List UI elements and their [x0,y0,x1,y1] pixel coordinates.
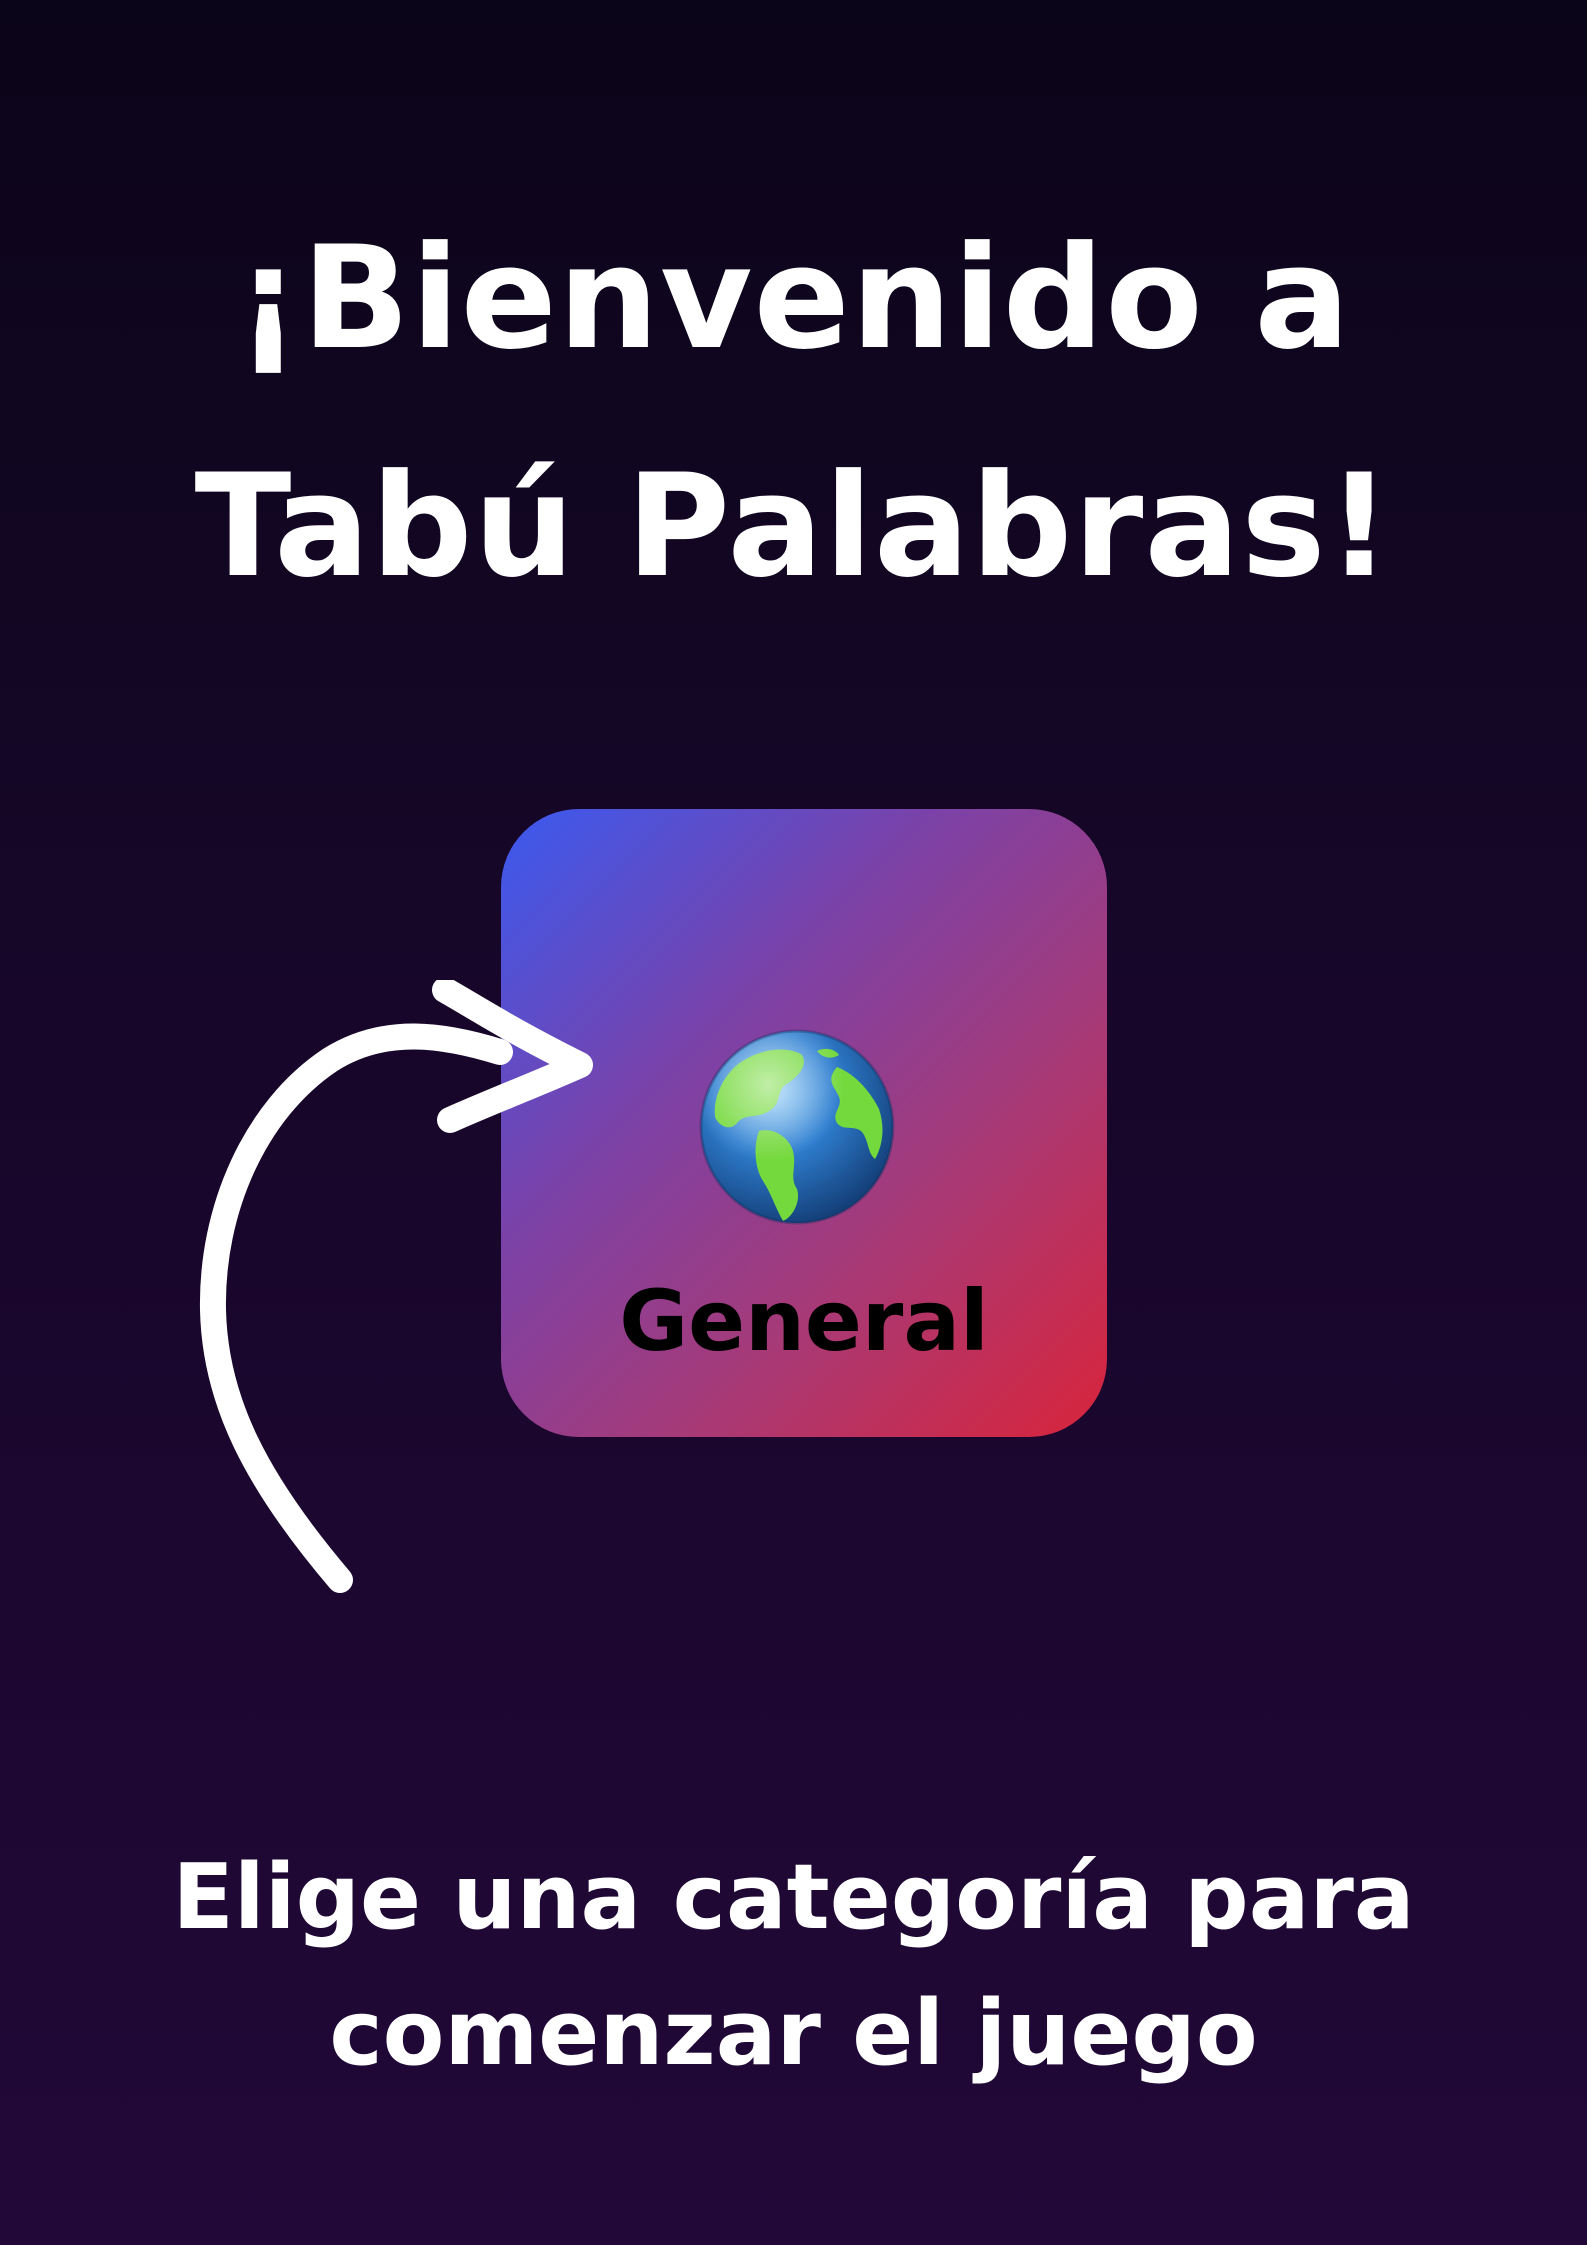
welcome-title: ¡Bienvenido a Tabú Palabras! [0,185,1587,641]
globe-icon [699,1029,895,1225]
welcome-title-line2: Tabú Palabras! [194,444,1393,609]
welcome-title-line1: ¡Bienvenido a [235,216,1352,381]
instruction-line2: comenzar el juego [329,1981,1258,2086]
curved-arrow-icon [199,980,593,1593]
instruction-text: Elige una categoría para comenzar el jue… [0,1830,1587,2102]
instruction-line1: Elige una categoría para [172,1845,1415,1950]
